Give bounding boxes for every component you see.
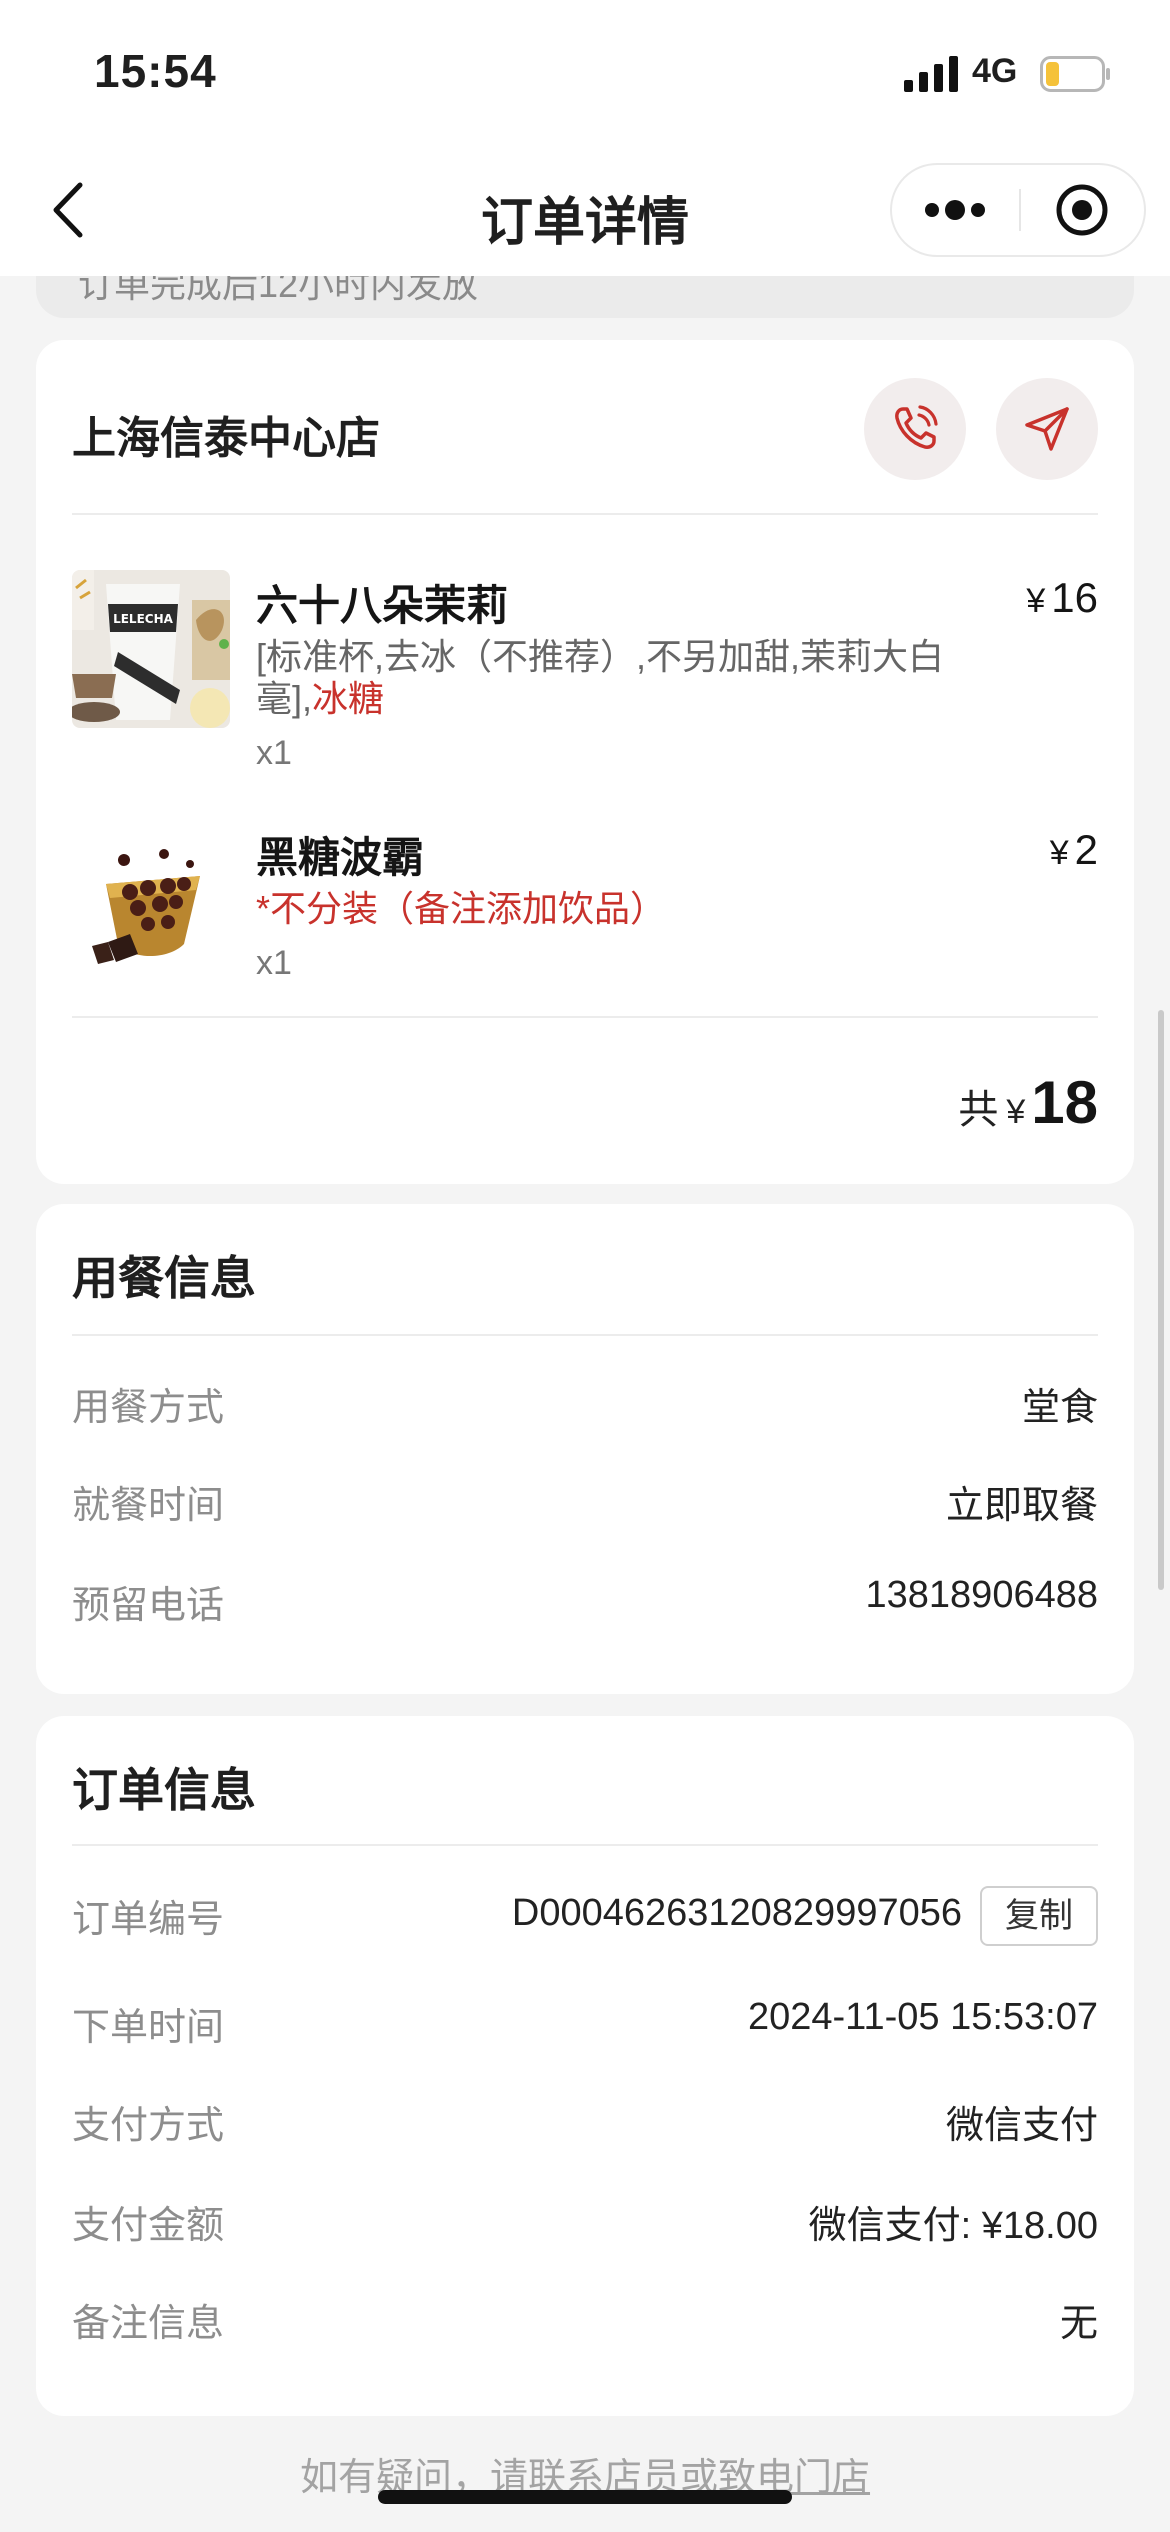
order-info-card: 订单信息 订单编号 D0004626312082999705​6 复制 下单时间…	[36, 1716, 1134, 2416]
item-spec-highlight: *不分装（备注添加饮品）	[256, 888, 667, 929]
divider	[72, 1016, 1098, 1018]
item-spec: *不分装（备注添加饮品）	[256, 888, 946, 930]
total-label: 共	[958, 1088, 999, 1132]
network-type: 4G	[972, 52, 1018, 90]
payment-amount-value: 微信支付: ¥18.00	[808, 2205, 1098, 2247]
remarks-label: 备注信息	[72, 2303, 225, 2345]
order-items-card: 上海信泰中心店 LELECHA 六十八朵茉莉 ¥ 16 [标准杯,去冰（不推荐）…	[36, 340, 1134, 1184]
dining-method-label: 用餐方式	[72, 1387, 225, 1429]
dining-time-value: 立即取餐	[945, 1485, 1098, 1527]
total-currency: ¥	[1006, 1093, 1026, 1131]
navigation-bar: 订单详情	[0, 150, 1170, 276]
jasmine-milk-tea-image: LELECHA	[72, 570, 230, 728]
copy-order-number-button[interactable]: 复制	[980, 1886, 1098, 1946]
section-title: 订单信息	[72, 1764, 256, 1816]
item-price: ¥2	[1050, 826, 1098, 874]
item-price: ¥16	[1026, 574, 1098, 622]
battery-icon	[1040, 56, 1110, 92]
status-time: 15:54	[94, 45, 217, 97]
divider	[72, 513, 1098, 515]
order-number-label: 订单编号	[72, 1899, 225, 1941]
item-name: 六十八朵茉莉	[256, 582, 509, 629]
dining-method-value: 堂食	[1021, 1387, 1098, 1429]
brown-sugar-boba-image	[72, 824, 230, 982]
call-store-button[interactable]	[864, 378, 966, 480]
status-bar: 15:54 4G	[0, 0, 1170, 150]
item-quantity: x1	[256, 944, 292, 982]
divider	[72, 1844, 1098, 1846]
payment-method-label: 支付方式	[72, 2105, 225, 2147]
reserved-phone-label: 预留电话	[72, 1585, 225, 1627]
item-name: 黑糖波霸	[256, 834, 425, 881]
item-price-value: 16	[1051, 574, 1098, 621]
item-spec: [标准杯,去冰（不推荐）,不另加甜,茉莉大白毫],冰糖	[256, 636, 946, 720]
phone-icon	[895, 405, 938, 449]
navigation-arrow-icon	[1025, 407, 1069, 451]
store-name: 上海信泰中心店	[72, 414, 380, 463]
signal-strength-icon	[904, 56, 958, 92]
order-time-label: 下单时间	[72, 2007, 225, 2049]
currency-symbol: ¥	[1049, 834, 1069, 872]
item-quantity: x1	[256, 734, 292, 772]
target-icon	[1056, 184, 1108, 236]
close-mini-program-button[interactable]	[1020, 165, 1144, 255]
mini-program-capsule	[890, 163, 1146, 257]
order-total: 共 ¥18	[958, 1068, 1098, 1137]
section-title: 用餐信息	[72, 1252, 256, 1304]
payment-amount-label: 支付金额	[72, 2205, 225, 2247]
more-dots-icon	[925, 200, 985, 220]
item-spec-highlight: 冰糖	[312, 678, 385, 719]
divider	[72, 1334, 1098, 1336]
reserved-phone-value: 13818906488	[865, 1574, 1098, 1616]
home-indicator[interactable]	[378, 2490, 792, 2504]
total-value: 18	[1031, 1069, 1098, 1136]
more-button[interactable]	[892, 165, 1018, 255]
order-time-value: 2024-11-05 15:53:07	[747, 1996, 1098, 2038]
navigate-to-store-button[interactable]	[996, 378, 1098, 480]
scrollbar[interactable]	[1158, 1010, 1164, 1590]
currency-symbol: ¥	[1026, 582, 1046, 620]
order-number-value: D0004626312082999705​6	[511, 1892, 962, 1934]
battery-level	[1046, 62, 1059, 86]
dining-time-label: 就餐时间	[72, 1485, 225, 1527]
payment-method-value: 微信支付	[945, 2105, 1098, 2147]
svg-text:LELECHA: LELECHA	[113, 612, 174, 626]
dining-info-card: 用餐信息 用餐方式 堂食 就餐时间 立即取餐 预留电话 13818906488	[36, 1204, 1134, 1694]
item-price-value: 2	[1074, 826, 1098, 873]
remarks-value: 无	[1059, 2303, 1098, 2345]
